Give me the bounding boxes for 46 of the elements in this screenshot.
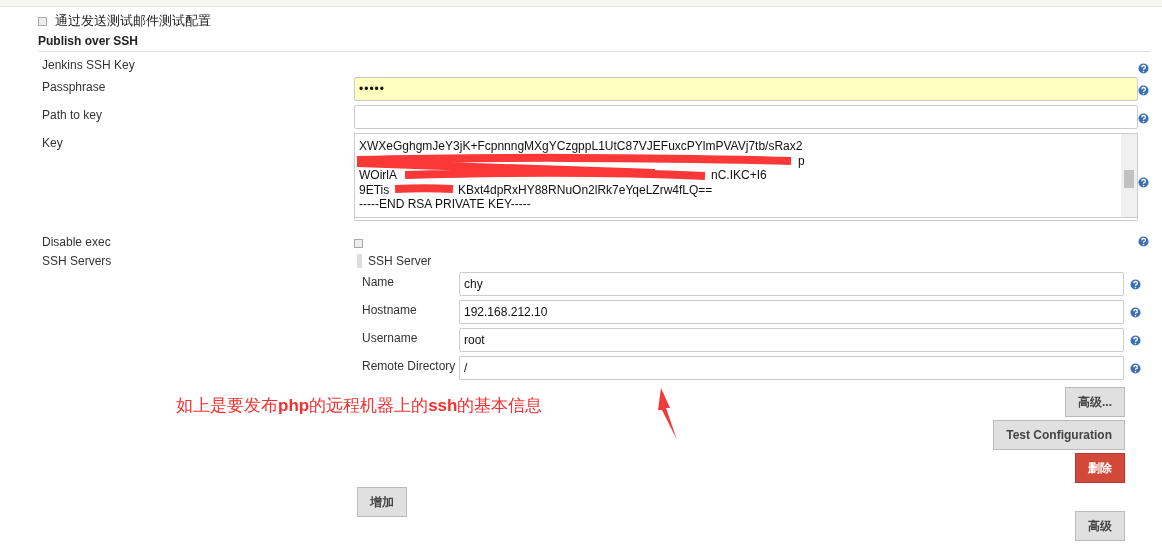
section-title: Publish over SSH [38, 34, 1150, 52]
password-field[interactable]: ••••• [354, 77, 1138, 101]
checkbox[interactable] [38, 16, 47, 26]
field-label: Hostname [362, 302, 418, 319]
key-text: WOirlA [359, 168, 397, 182]
input-field[interactable]: 192.168.212.10 [459, 300, 1124, 324]
button[interactable]: 高级 [1075, 511, 1125, 541]
help-icon[interactable] [1130, 279, 1141, 290]
field-label: Name [362, 274, 395, 291]
key-text: XWXeGghgmJeY3jK+FcpnnngMXgYCzgppL1UtC87VJEFuxcPYlmPVAVj7tb/sRax2 [359, 139, 803, 153]
help-icon[interactable] [1130, 307, 1141, 318]
field-label: SSH Servers [42, 253, 113, 268]
field-label: Passphrase [42, 79, 107, 94]
field-label: Username [362, 330, 419, 347]
field-label: Remote Directory [362, 358, 457, 375]
field-label: Path to key [42, 107, 104, 122]
input-field[interactable]: / [459, 356, 1124, 380]
checkbox-label: 通过发送测试邮件测试配置 [55, 12, 211, 30]
key-text: 9ETis [359, 182, 390, 197]
button[interactable]: 高级... [1065, 387, 1125, 417]
input-field[interactable] [354, 105, 1138, 129]
key-textarea[interactable]: XWXeGghgmJeY3jK+FcpnnngMXgYCzgppL1UtC87VJEFuxcPYlmPVAVj7tb/sRax2 p WOirlA nC.IKC+I6 9ETis KBxt4dpRxHY88RNuOn2lRk7eYqeLZrw4fLQ== -----END RSA PRIVATE KEY----- [354, 133, 1138, 221]
help-icon[interactable] [1138, 236, 1149, 247]
help-icon[interactable] [1130, 335, 1141, 346]
help-icon[interactable] [1130, 363, 1141, 374]
key-text: nC.IKC+I6 [711, 168, 767, 183]
field-label: Jenkins SSH Key [42, 57, 136, 72]
key-text: KBxt4dpRxHY88RNuOn2lRk7eYqeLZrw4fLQ== [458, 182, 713, 197]
input-field[interactable]: chy [459, 272, 1124, 296]
key-text: p [798, 153, 805, 168]
field-label: Disable exec [42, 234, 112, 249]
help-icon[interactable] [1138, 85, 1149, 96]
input-field[interactable]: root [459, 328, 1124, 352]
add-button[interactable]: 增加 [357, 487, 407, 517]
button[interactable]: Test Configuration [993, 420, 1125, 450]
help-icon[interactable] [1138, 113, 1149, 124]
scrollbar[interactable] [1121, 134, 1137, 217]
checkbox[interactable] [354, 239, 363, 248]
annotation-text: 如上是要发布php的远程机器上的ssh的基本信息 [176, 395, 543, 417]
key-text: -----END RSA PRIVATE KEY----- [359, 197, 531, 211]
server-title: SSH Server [368, 254, 432, 268]
button[interactable]: 删除 [1075, 453, 1125, 483]
drag-handle[interactable] [357, 254, 362, 268]
help-icon[interactable] [1138, 63, 1149, 74]
help-icon[interactable] [1138, 177, 1149, 188]
field-label: Key [42, 135, 64, 150]
